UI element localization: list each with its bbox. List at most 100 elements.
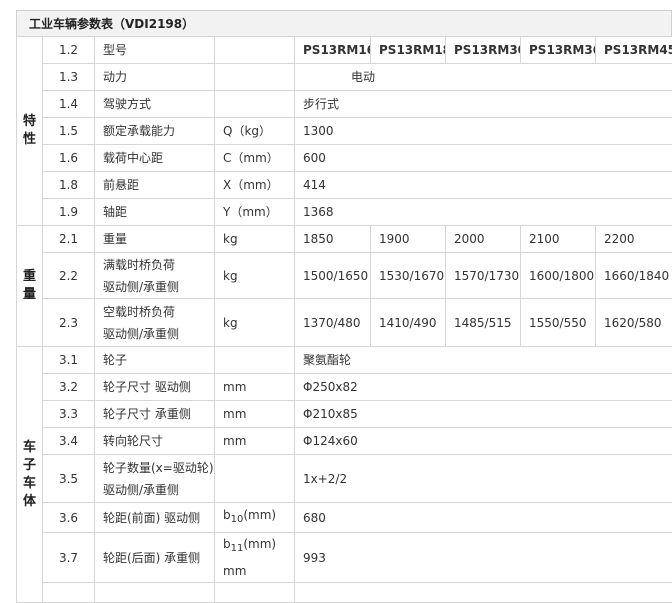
unit-suffix: (mm) <box>243 537 276 551</box>
table-row: 1.8 前悬距 X（mm） 414 <box>17 172 672 199</box>
param-unit <box>215 64 295 91</box>
row-number: 3.2 <box>43 374 95 401</box>
param-unit: b10(mm) <box>215 503 295 533</box>
param-value: 1620/580 <box>596 299 672 347</box>
param-unit: b11(mm) mm <box>215 533 295 583</box>
param-value: 1850 <box>295 226 371 253</box>
table-row: 3.3 轮子尺寸 承重侧 mm Φ210x85 <box>17 401 672 428</box>
param-value: 聚氨酯轮 <box>295 347 672 374</box>
param-value: Φ210x85 <box>295 401 672 428</box>
section-label-features: 特 性 <box>17 37 43 226</box>
param-name: 轮子 <box>95 347 215 374</box>
param-name: 重量 <box>95 226 215 253</box>
param-name: 转向轮尺寸 <box>95 428 215 455</box>
param-value: 1x+2/2 <box>295 455 672 503</box>
param-unit: mm <box>215 401 295 428</box>
section-label-weight: 重 量 <box>17 226 43 347</box>
section-label-body: 车 子 车 体 <box>17 347 43 603</box>
param-value: 电动 <box>295 64 672 91</box>
table-row: 2.3 空载时桥负荷驱动侧/承重侧 kg 1370/480 1410/490 1… <box>17 299 672 347</box>
model-header: PS13RM45 <box>596 37 672 64</box>
param-name: 型号 <box>95 37 215 64</box>
param-unit: C（mm） <box>215 145 295 172</box>
param-value: 993 <box>295 533 672 583</box>
row-number: 1.8 <box>43 172 95 199</box>
param-value: 1410/490 <box>371 299 446 347</box>
param-name-line: 驱动侧/承重侧 <box>103 479 214 501</box>
param-value: 1300 <box>295 118 672 145</box>
param-name: 前悬距 <box>95 172 215 199</box>
param-unit: Y（mm） <box>215 199 295 226</box>
param-value: 1550/550 <box>521 299 596 347</box>
param-unit: X（mm） <box>215 172 295 199</box>
param-unit: kg <box>215 226 295 253</box>
model-header: PS13RM16 <box>295 37 371 64</box>
unit-line: mm <box>223 560 294 582</box>
table-row: 2.2 满载时桥负荷驱动侧/承重侧 kg 1500/1650 1530/1670… <box>17 253 672 299</box>
param-value: Φ250x82 <box>295 374 672 401</box>
param-unit <box>215 455 295 503</box>
param-name: 轮距(后面) 承重侧 <box>95 533 215 583</box>
row-number: 3.4 <box>43 428 95 455</box>
param-value: 1370/480 <box>295 299 371 347</box>
table-row: 1.5 额定承载能力 Q（kg） 1300 <box>17 118 672 145</box>
param-unit <box>215 91 295 118</box>
param-name-line: 满载时桥负荷 <box>103 254 214 276</box>
param-value: 1500/1650 <box>295 253 371 299</box>
unit-subscript: 11 <box>231 543 244 554</box>
unit-subscript: 10 <box>231 514 244 525</box>
row-number: 1.4 <box>43 91 95 118</box>
row-number: 1.9 <box>43 199 95 226</box>
table-row: 1.9 轴距 Y（mm） 1368 <box>17 199 672 226</box>
row-number: 3.1 <box>43 347 95 374</box>
param-value: 680 <box>295 503 672 533</box>
param-unit <box>215 347 295 374</box>
param-unit: Q（kg） <box>215 118 295 145</box>
table-row: 1.4 驾驶方式 步行式 <box>17 91 672 118</box>
param-name: 空载时桥负荷驱动侧/承重侧 <box>95 299 215 347</box>
param-value: 1485/515 <box>446 299 521 347</box>
row-number: 3.3 <box>43 401 95 428</box>
param-name: 满载时桥负荷驱动侧/承重侧 <box>95 253 215 299</box>
param-name-line: 轮子数量(x=驱动轮) <box>103 457 214 479</box>
table-row: 3.2 轮子尺寸 驱动侧 mm Φ250x82 <box>17 374 672 401</box>
param-name: 动力 <box>95 64 215 91</box>
param-value: 1368 <box>295 199 672 226</box>
row-number: 1.3 <box>43 64 95 91</box>
param-name: 轮子数量(x=驱动轮)驱动侧/承重侧 <box>95 455 215 503</box>
param-value: 2000 <box>446 226 521 253</box>
row-number: 3.5 <box>43 455 95 503</box>
spec-table: 特 性 1.2 型号 PS13RM16 PS13RM18 PS13RM30 PS… <box>16 36 672 603</box>
unit-suffix: (mm) <box>243 508 276 522</box>
row-number: 3.6 <box>43 503 95 533</box>
param-name-line: 驱动侧/承重侧 <box>103 323 214 345</box>
row-number: 3.7 <box>43 533 95 583</box>
table-row: 3.4 转向轮尺寸 mm Φ124x60 <box>17 428 672 455</box>
param-unit: mm <box>215 374 295 401</box>
param-value: 414 <box>295 172 672 199</box>
param-value: 2200 <box>596 226 672 253</box>
param-unit: kg <box>215 253 295 299</box>
table-row: 1.3 动力 电动 <box>17 64 672 91</box>
model-header: PS13RM18 <box>371 37 446 64</box>
table-row: 重 量 2.1 重量 kg 1850 1900 2000 2100 2200 <box>17 226 672 253</box>
param-value: 1660/1840 <box>596 253 672 299</box>
param-name-line: 驱动侧/承重侧 <box>103 276 214 298</box>
param-name: 额定承载能力 <box>95 118 215 145</box>
param-value: Φ124x60 <box>295 428 672 455</box>
param-unit <box>215 37 295 64</box>
param-value: 1530/1670 <box>371 253 446 299</box>
unit-symbol: b <box>223 537 231 551</box>
param-name: 轮子尺寸 驱动侧 <box>95 374 215 401</box>
row-number: 2.1 <box>43 226 95 253</box>
param-name: 载荷中心距 <box>95 145 215 172</box>
param-value: 600 <box>295 145 672 172</box>
table-row: 车 子 车 体 3.1 轮子 聚氨酯轮 <box>17 347 672 374</box>
param-value: 步行式 <box>295 91 672 118</box>
param-name-line: 空载时桥负荷 <box>103 301 214 323</box>
table-row: 特 性 1.2 型号 PS13RM16 PS13RM18 PS13RM30 PS… <box>17 37 672 64</box>
param-name: 轮子尺寸 承重侧 <box>95 401 215 428</box>
param-value: 1600/1800 <box>521 253 596 299</box>
spec-table-container: 工业车辆参数表（VDI2198） 特 性 1.2 型号 PS13RM16 PS1… <box>16 10 672 603</box>
param-value: 1570/1730 <box>446 253 521 299</box>
